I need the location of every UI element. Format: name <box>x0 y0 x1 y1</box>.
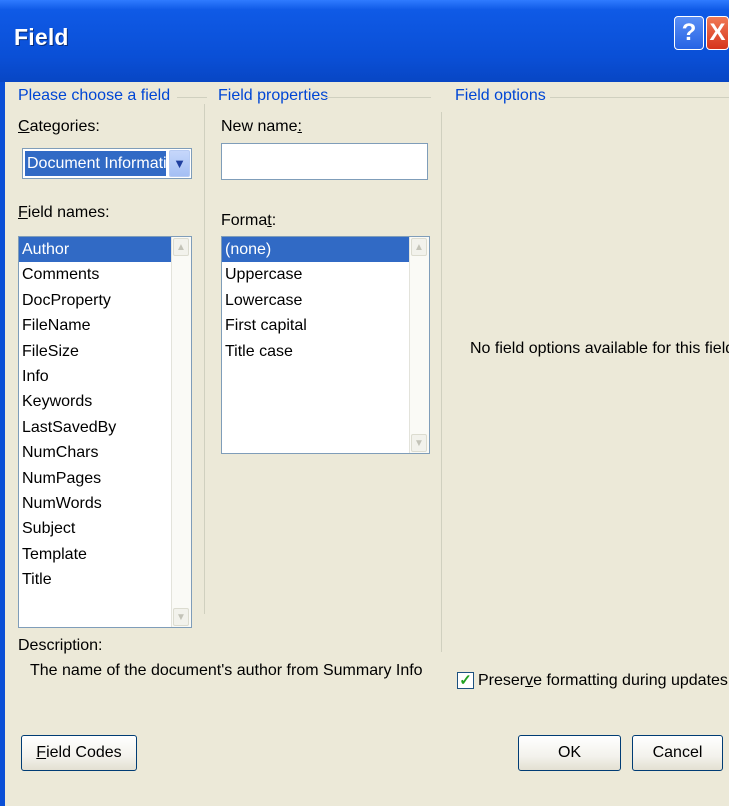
list-item[interactable]: Template <box>19 542 191 567</box>
list-item[interactable]: DocProperty <box>19 288 191 313</box>
list-item[interactable]: LastSavedBy <box>19 415 191 440</box>
field-names-items: Author Comments DocProperty FileName FileSiz… <box>19 237 191 592</box>
group-title-field-options: Field options <box>455 87 554 105</box>
format-list[interactable]: (none) Uppercase Lowercase First capital Tit… <box>221 236 430 454</box>
no-options-message: No field options available for this fiel… <box>470 340 729 357</box>
description-label: Description: <box>18 637 103 654</box>
field-names-scrollbar[interactable]: ▲ ▼ <box>171 237 191 627</box>
preserve-label-text-b: e formatting during updates <box>533 672 728 689</box>
close-button[interactable]: X <box>706 16 729 50</box>
format-scrollbar[interactable]: ▲ ▼ <box>409 237 429 453</box>
new-name-label-text: New name <box>221 118 298 135</box>
list-item[interactable]: Author <box>19 237 191 263</box>
list-item[interactable]: Lowercase <box>222 288 429 313</box>
preserve-label-mnemonic: v <box>525 672 534 689</box>
list-item[interactable]: Comments <box>19 262 191 287</box>
description-text: The name of the document's author from S… <box>30 662 423 679</box>
cancel-button[interactable]: Cancel <box>632 735 723 771</box>
list-item[interactable]: FileName <box>19 313 191 338</box>
format-label-text: Forma <box>221 212 268 229</box>
chevron-down-icon[interactable]: ▼ <box>169 150 190 177</box>
list-item[interactable]: Title case <box>222 339 429 364</box>
field-names-label-mnemonic: F <box>18 204 28 221</box>
field-names-list[interactable]: Author Comments DocProperty FileName FileSiz… <box>18 236 192 628</box>
scroll-down-icon[interactable]: ▼ <box>173 608 189 626</box>
group-title-choose-field: Please choose a field <box>18 87 179 105</box>
new-name-label: New name: <box>221 118 302 136</box>
middle-divider <box>204 104 205 614</box>
preserve-label-text-a: Preser <box>478 672 526 689</box>
title-bar[interactable]: Field ? X <box>0 0 729 82</box>
field-codes-button[interactable]: Field Codes <box>21 735 137 771</box>
ok-button[interactable]: OK <box>518 735 621 771</box>
list-item[interactable]: NumPages <box>19 466 191 491</box>
new-name-label-mnemonic: : <box>297 118 302 135</box>
scroll-down-icon[interactable]: ▼ <box>411 434 427 452</box>
group-divider <box>177 97 207 98</box>
categories-combo[interactable]: Document Information ▼ <box>22 148 192 179</box>
preserve-formatting-label[interactable]: Preserve formatting during updates <box>478 672 728 690</box>
right-divider <box>441 112 442 652</box>
list-item[interactable]: Keywords <box>19 389 191 414</box>
categories-label-text: ategories: <box>29 118 100 135</box>
scroll-up-icon[interactable]: ▲ <box>411 238 427 256</box>
window-title: Field <box>14 24 69 50</box>
categories-selected-value: Document Information <box>25 151 166 176</box>
dialog-body: Please choose a field Categories: Docume… <box>5 82 729 806</box>
list-item[interactable]: Uppercase <box>222 262 429 287</box>
list-item[interactable]: NumChars <box>19 440 191 465</box>
list-item[interactable]: FileSize <box>19 339 191 364</box>
field-names-label-text: ield names: <box>27 204 110 221</box>
list-item[interactable]: First capital <box>222 313 429 338</box>
group-divider <box>550 97 729 98</box>
check-icon: ✓ <box>459 672 472 689</box>
list-item[interactable]: NumWords <box>19 491 191 516</box>
list-item[interactable]: Info <box>19 364 191 389</box>
list-item[interactable]: Title <box>19 567 191 592</box>
field-names-label: Field names: <box>18 204 110 222</box>
format-label: Format: <box>221 212 276 230</box>
field-codes-mnemonic: F <box>36 744 47 761</box>
categories-label-mnemonic: C <box>18 118 30 135</box>
group-divider <box>325 97 431 98</box>
new-name-field[interactable] <box>221 143 428 180</box>
list-item[interactable]: (none) <box>222 237 429 263</box>
format-items: (none) Uppercase Lowercase First capital Tit… <box>222 237 429 364</box>
help-button[interactable]: ? <box>674 16 704 50</box>
list-item[interactable]: Subject <box>19 516 191 541</box>
preserve-formatting-checkbox[interactable]: ✓ <box>457 672 474 689</box>
format-label-colon: : <box>271 212 277 229</box>
field-codes-label-text: ield Codes <box>46 744 122 761</box>
group-title-field-properties: Field properties <box>218 87 337 105</box>
field-dialog: Field ? X Please choose a field Categori… <box>0 0 729 806</box>
categories-label: Categories: <box>18 118 100 136</box>
scroll-up-icon[interactable]: ▲ <box>173 238 189 256</box>
